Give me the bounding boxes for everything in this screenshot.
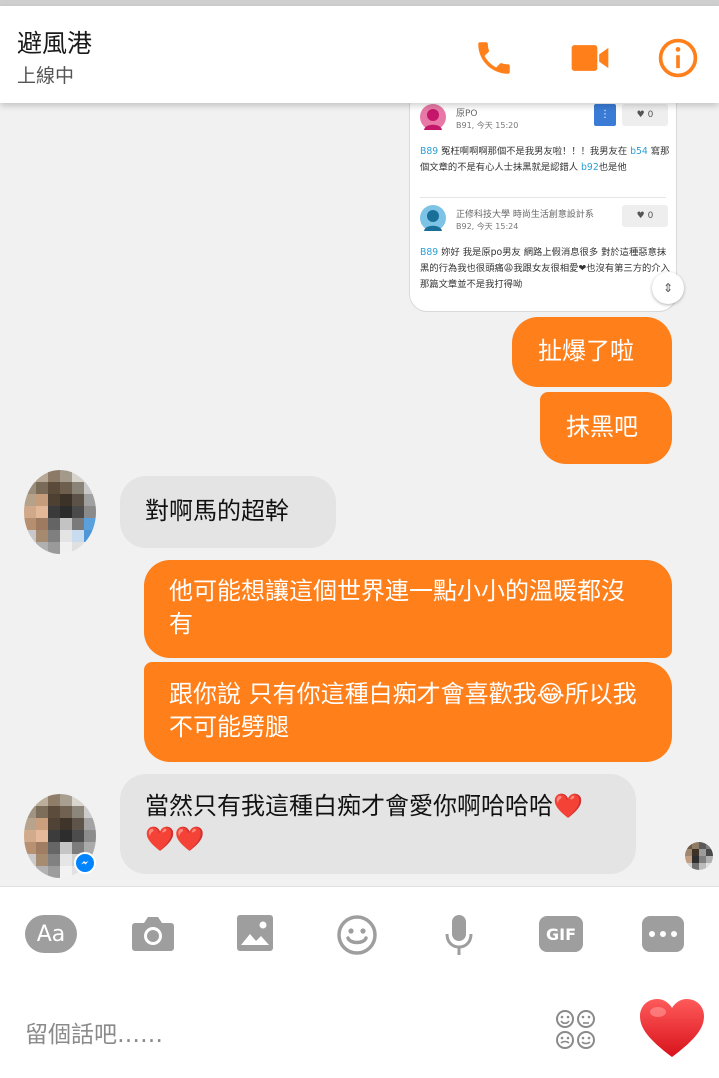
heart-icon: ♥ — [636, 211, 645, 221]
menu-icon: ⋮ — [594, 104, 616, 126]
more-icon — [642, 916, 684, 952]
message-bubble-outgoing[interactable]: 跟你說 只有你這種白痴才會喜歡我😂所以我不可能劈腿 — [144, 662, 672, 762]
composer-bar: Aa GIF 留個話吧…… — [0, 886, 719, 1078]
comment-text: B89 妳好 我是原po男友 網路上假消息很多 對於這種惡意抹黑的行為我也很頭痛… — [420, 245, 670, 293]
comment-segment: 冤枉啊啊啊那個不是我男友啦！！！我男友在 — [438, 146, 631, 157]
comment-meta: B92, 今天 15:24 — [456, 222, 519, 231]
smiley-icon — [337, 915, 377, 955]
camera-icon — [132, 917, 174, 951]
camera-button[interactable] — [131, 913, 175, 953]
call-button[interactable] — [472, 36, 516, 80]
divider — [420, 197, 666, 198]
reply-ref: B89 — [420, 146, 439, 157]
sticker-button[interactable] — [555, 1009, 597, 1051]
comment-author: 正修科技大學 時尚生活創意設計系 — [456, 210, 594, 220]
sticker-faces-icon — [556, 1010, 595, 1049]
commenter-avatar — [420, 104, 446, 130]
heart-icon — [640, 999, 704, 1057]
emoji-button[interactable] — [336, 914, 378, 956]
message-bubble-outgoing[interactable]: 抹黑吧 — [540, 392, 672, 464]
info-button[interactable] — [656, 36, 700, 80]
scroll-arrows-icon[interactable]: ⇕ — [652, 272, 684, 304]
reply-ref: b92 — [581, 162, 599, 173]
comment-author: 原PO — [456, 109, 478, 119]
reply-ref: b54 — [630, 146, 648, 157]
message-bubble-outgoing[interactable]: 他可能想讓這個世界連一點小小的溫暖都沒有 — [144, 560, 672, 658]
chat-header: 避風港 上線中 — [0, 6, 719, 103]
message-bubble-outgoing[interactable]: 扯爆了啦 — [512, 317, 672, 387]
like-count: 0 — [647, 211, 654, 221]
video-call-button[interactable] — [568, 36, 612, 80]
info-icon — [658, 38, 698, 78]
image-icon — [237, 915, 273, 951]
gallery-button[interactable] — [236, 914, 274, 952]
voice-button[interactable] — [444, 913, 474, 957]
contact-name[interactable]: 避風港 — [17, 24, 92, 60]
video-camera-icon — [571, 45, 609, 71]
more-options-button[interactable] — [642, 916, 684, 952]
contact-status: 上線中 — [17, 65, 75, 87]
heart-icon: ♥ — [636, 110, 645, 120]
comment-segment: 也是他 — [598, 162, 627, 173]
gif-button[interactable]: GIF — [539, 916, 583, 952]
seen-receipt-avatar — [685, 842, 713, 870]
text-style-button[interactable]: Aa — [25, 915, 77, 953]
messenger-badge-icon — [74, 852, 96, 874]
like-button: ♥ 0 — [622, 104, 668, 126]
comment-text: B89 冤枉啊啊啊那個不是我男友啦！！！我男友在 b54 寫那個文章的不是有心人… — [420, 144, 670, 176]
microphone-icon — [445, 915, 473, 955]
contact-avatar — [24, 470, 96, 554]
commenter-avatar — [420, 205, 446, 231]
shared-screenshot-image[interactable]: 原PO B91, 今天 15:20 ⋮ ♥ 0 B89 冤枉啊啊啊那個不是我男友… — [409, 96, 677, 312]
gif-label: GIF — [539, 916, 583, 952]
aa-label: Aa — [25, 915, 77, 953]
reply-ref: B89 — [420, 247, 439, 258]
comment-segment: 妳好 我是原po男友 網路上假消息很多 對於這種惡意抹黑的行為我也很頭痛😩我跟女… — [420, 247, 670, 290]
like-count: 0 — [647, 110, 654, 120]
like-heart-button[interactable] — [638, 997, 706, 1059]
message-bubble-incoming[interactable]: 當然只有我這種白痴才會愛你啊哈哈哈❤️❤️❤️ — [120, 774, 636, 874]
message-input[interactable]: 留個話吧…… — [25, 1015, 163, 1049]
like-button: ♥ 0 — [622, 205, 668, 227]
message-bubble-incoming[interactable]: 對啊馬的超幹 — [120, 476, 336, 548]
comment-meta: B91, 今天 15:20 — [456, 121, 519, 130]
phone-icon — [478, 42, 510, 74]
